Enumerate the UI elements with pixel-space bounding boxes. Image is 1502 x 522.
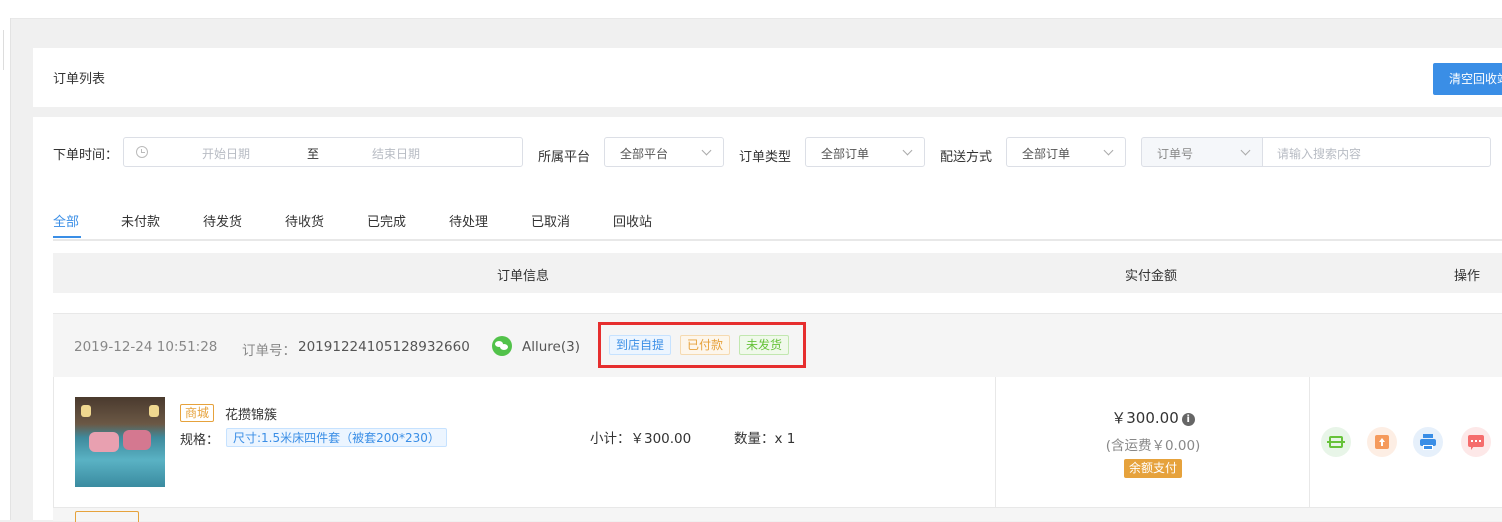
table-header: 订单信息 实付金额 操作	[53, 253, 1502, 293]
side-notch	[0, 30, 4, 70]
page-title: 订单列表	[53, 72, 106, 87]
status-tabs: 全部 未付款 待发货 待收货 已完成 待处理 已取消 回收站	[53, 209, 1502, 241]
scan-icon-line	[1327, 441, 1345, 443]
info-icon[interactable]: i	[1181, 413, 1195, 426]
spec-tag: 尺寸:1.5米床四件套（被套200*230）	[226, 428, 447, 447]
tab-unpaid[interactable]: 未付款	[121, 211, 160, 230]
clear-recycle-bin-button[interactable]: 清空回收站	[1433, 63, 1502, 95]
order-item-row: 商城 花攒锦簇 规格： 尺寸:1.5米床四件套（被套200*230） 小计：￥3…	[53, 377, 1502, 507]
print-button[interactable]	[1413, 427, 1443, 457]
status-tags-highlight: 到店自提 已付款 未发货	[598, 322, 806, 368]
print-icon	[1423, 434, 1433, 438]
platform-select-value: 全部平台	[620, 147, 669, 161]
date-range-picker[interactable]: 开始日期 至 结束日期	[123, 137, 523, 167]
message-dot	[1475, 440, 1477, 442]
delivery-select-value: 全部订单	[1022, 147, 1071, 161]
upload-button[interactable]	[1367, 427, 1397, 457]
product-image-detail	[81, 405, 91, 417]
upload-arrow-stem	[1381, 441, 1383, 446]
tab-completed[interactable]: 已完成	[367, 211, 406, 230]
tab-recycle-bin[interactable]: 回收站	[613, 211, 652, 230]
tab-to-ship[interactable]: 待发货	[203, 211, 242, 230]
range-separator: 至	[307, 147, 320, 161]
clock-icon	[136, 146, 148, 158]
spec-label: 规格：	[180, 433, 220, 448]
wechat-icon	[492, 336, 512, 356]
chevron-down-icon	[1240, 145, 1251, 156]
side-strip	[0, 18, 11, 520]
platform-select[interactable]: 全部平台	[604, 137, 724, 167]
tab-all[interactable]: 全部	[53, 211, 79, 230]
active-tab-indicator	[53, 236, 81, 238]
col-order-info: 订单信息	[497, 269, 550, 284]
column-divider	[1309, 377, 1310, 507]
column-divider	[995, 377, 996, 507]
message-button[interactable]	[1461, 427, 1491, 457]
search-placeholder: 请输入搜索内容	[1277, 147, 1362, 161]
order-no: 20191224105128932660	[298, 339, 470, 355]
product-name[interactable]: 花攒锦簇	[225, 404, 277, 423]
order-list-card: 下单时间： 开始日期 至 结束日期 所属平台 全部平台 订单类型 全部订单 配送…	[33, 117, 1502, 522]
order-header-row: 2019-12-24 10:51:28 订单号： 201912241051289…	[53, 313, 1502, 378]
chevron-down-icon	[902, 145, 913, 156]
search-field-select[interactable]: 订单号	[1141, 137, 1263, 167]
paid-amount-line: ￥300.00 i	[996, 407, 1310, 428]
print-icon-paper	[1423, 445, 1433, 450]
order-type-label: 订单类型	[739, 150, 792, 165]
scan-button[interactable]	[1321, 427, 1351, 457]
delivery-type-tag: 到店自提	[609, 335, 672, 355]
header-card: 订单列表 清空回收站	[33, 48, 1502, 107]
product-image-detail	[123, 430, 151, 450]
col-paid-amount: 实付金额	[1125, 269, 1178, 284]
amount-cell: ￥300.00 i (含运费￥0.00) 余额支付	[996, 377, 1310, 507]
message-icon-tail	[1471, 446, 1474, 450]
platform-label: 所属平台	[538, 150, 591, 165]
start-date-input[interactable]: 开始日期	[202, 145, 250, 162]
pay-method-tag: 余额支付	[1124, 459, 1183, 478]
delivery-label: 配送方式	[940, 150, 993, 165]
tab-cancelled[interactable]: 已取消	[531, 211, 570, 230]
top-bar	[0, 0, 1502, 19]
order-type-select[interactable]: 全部订单	[805, 137, 925, 167]
tab-to-receive[interactable]: 待收货	[285, 211, 324, 230]
next-order-tag	[75, 511, 139, 522]
tab-pending[interactable]: 待处理	[449, 211, 488, 230]
product-image-detail	[149, 405, 159, 417]
product-image-detail	[89, 432, 119, 452]
item-quantity: 数量：x 1	[734, 431, 796, 447]
col-actions: 操作	[1454, 269, 1481, 284]
chevron-down-icon	[1103, 145, 1114, 156]
order-type-select-value: 全部订单	[821, 147, 870, 161]
order-no-label: 订单号：	[242, 343, 296, 359]
search-field-value: 订单号	[1157, 147, 1194, 161]
message-dot	[1471, 440, 1473, 442]
next-order-row	[53, 507, 1502, 522]
product-image[interactable]	[75, 397, 165, 487]
order-time-label: 下单时间：	[53, 148, 119, 163]
shipping-status-tag: 未发货	[739, 335, 790, 355]
paid-amount: ￥300.00	[1111, 409, 1179, 427]
delivery-select[interactable]: 全部订单	[1006, 137, 1126, 167]
chevron-down-icon	[701, 145, 712, 156]
item-subtotal: 小计：￥300.00	[590, 431, 692, 447]
source-tag: 商城	[180, 404, 215, 422]
shipping-fee: (含运费￥0.00)	[1105, 438, 1201, 454]
payment-status-tag: 已付款	[680, 335, 731, 355]
buyer-name: Allure(3)	[522, 339, 580, 355]
order-datetime: 2019-12-24 10:51:28	[74, 339, 218, 355]
search-input[interactable]: 请输入搜索内容	[1262, 137, 1491, 167]
end-date-input[interactable]: 结束日期	[372, 145, 420, 162]
message-dot	[1479, 440, 1481, 442]
